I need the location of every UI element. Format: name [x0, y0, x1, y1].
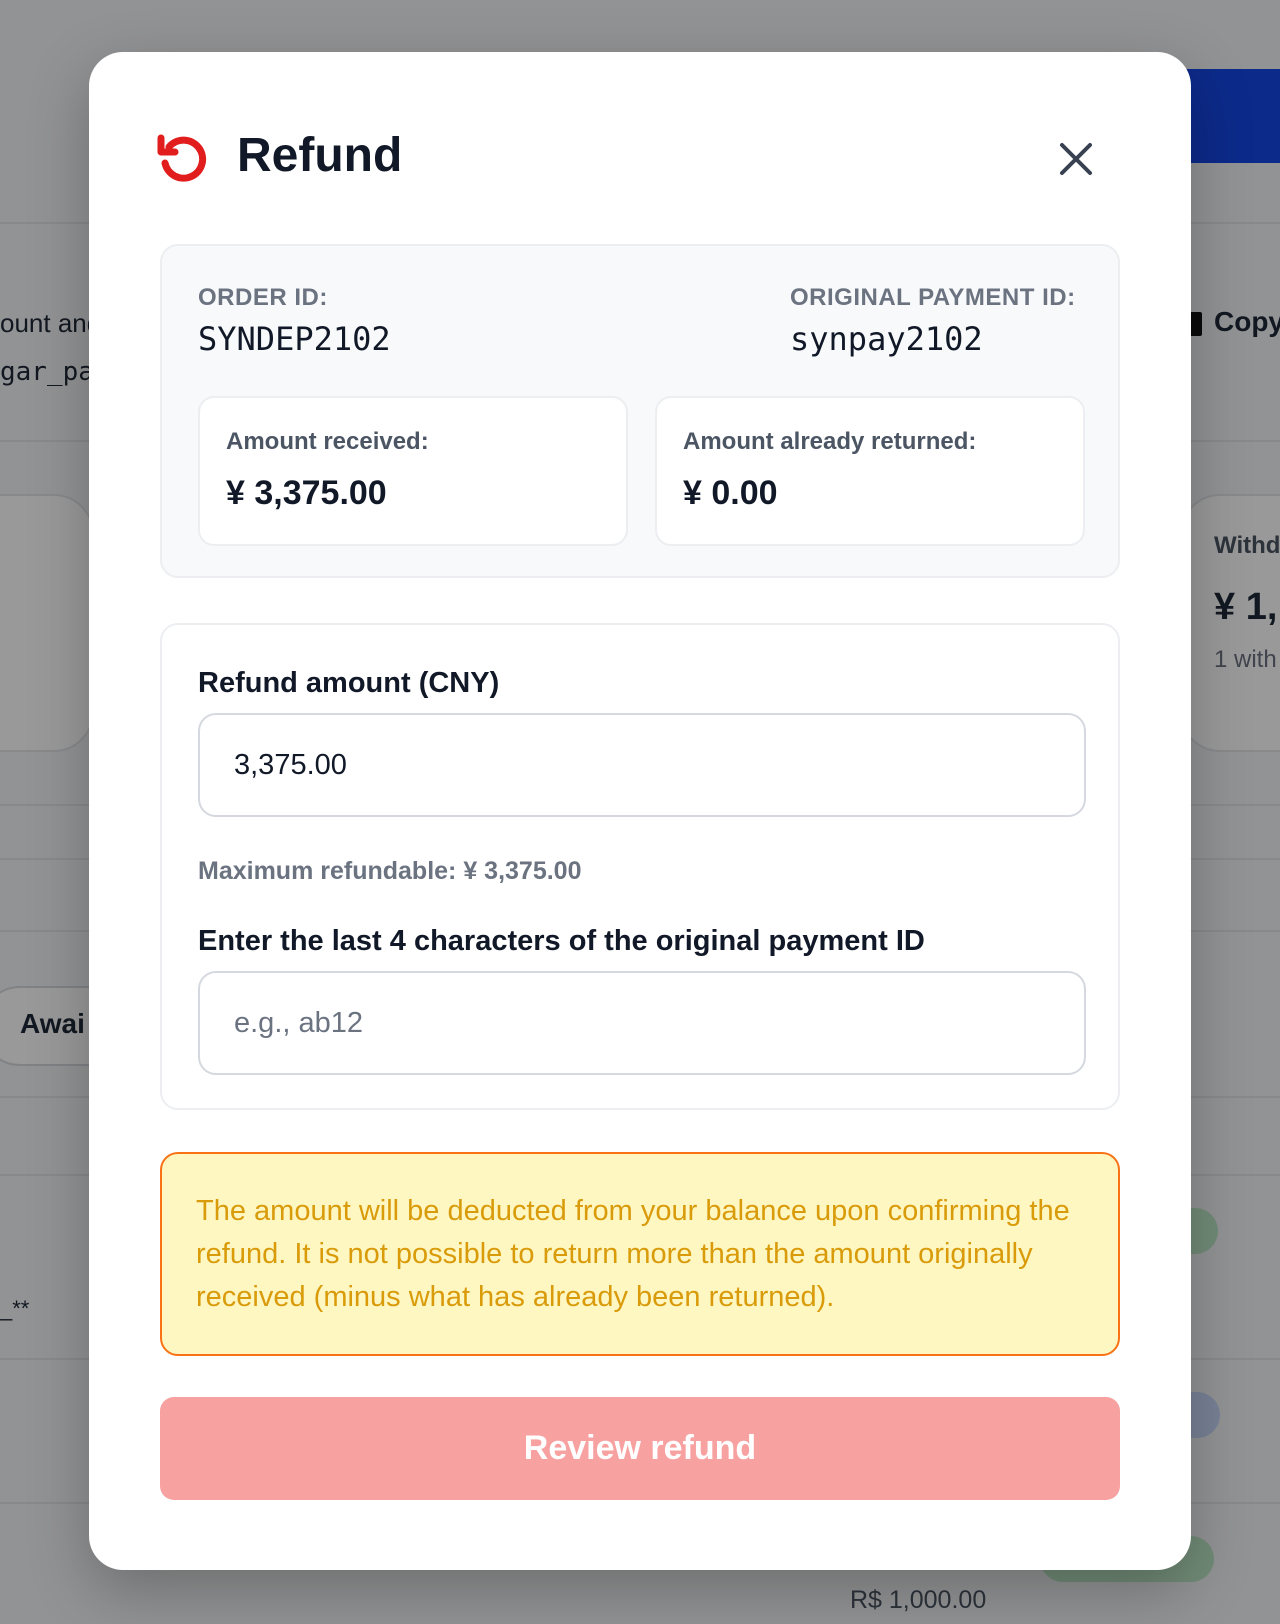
- confirm-id-input[interactable]: [198, 971, 1086, 1075]
- amount-returned-value: ¥ 0.00: [683, 474, 778, 512]
- order-id-value: SYNDEP2102: [198, 320, 391, 358]
- amount-received-value: ¥ 3,375.00: [226, 474, 387, 512]
- refund-amount-label: Refund amount (CNY): [198, 667, 500, 699]
- refund-dialog: Refund ORDER ID: SYNDEP2102 ORIGINAL PAY…: [89, 52, 1191, 1570]
- close-button[interactable]: [1049, 132, 1103, 186]
- payment-id-value: synpay2102: [790, 320, 983, 358]
- payment-id-label: ORIGINAL PAYMENT ID:: [790, 284, 1076, 311]
- confirm-id-label: Enter the last 4 characters of the origi…: [198, 925, 925, 957]
- amount-received-label: Amount received:: [226, 428, 429, 455]
- amount-received-card: Amount received: ¥ 3,375.00: [198, 396, 628, 546]
- order-id-label: ORDER ID:: [198, 284, 328, 311]
- refund-warning: The amount will be deducted from your ba…: [160, 1152, 1120, 1356]
- amount-returned-label: Amount already returned:: [683, 428, 977, 455]
- max-refundable-hint: Maximum refundable: ¥ 3,375.00: [198, 857, 582, 885]
- review-refund-button[interactable]: Review refund: [160, 1397, 1120, 1500]
- refund-icon: [157, 134, 207, 182]
- close-icon: [1060, 143, 1092, 175]
- order-info-panel: ORDER ID: SYNDEP2102 ORIGINAL PAYMENT ID…: [160, 244, 1120, 578]
- refund-form: Refund amount (CNY) Maximum refundable: …: [160, 623, 1120, 1110]
- amount-returned-card: Amount already returned: ¥ 0.00: [655, 396, 1085, 546]
- refund-amount-input[interactable]: [198, 713, 1086, 817]
- dialog-title: Refund: [237, 129, 403, 182]
